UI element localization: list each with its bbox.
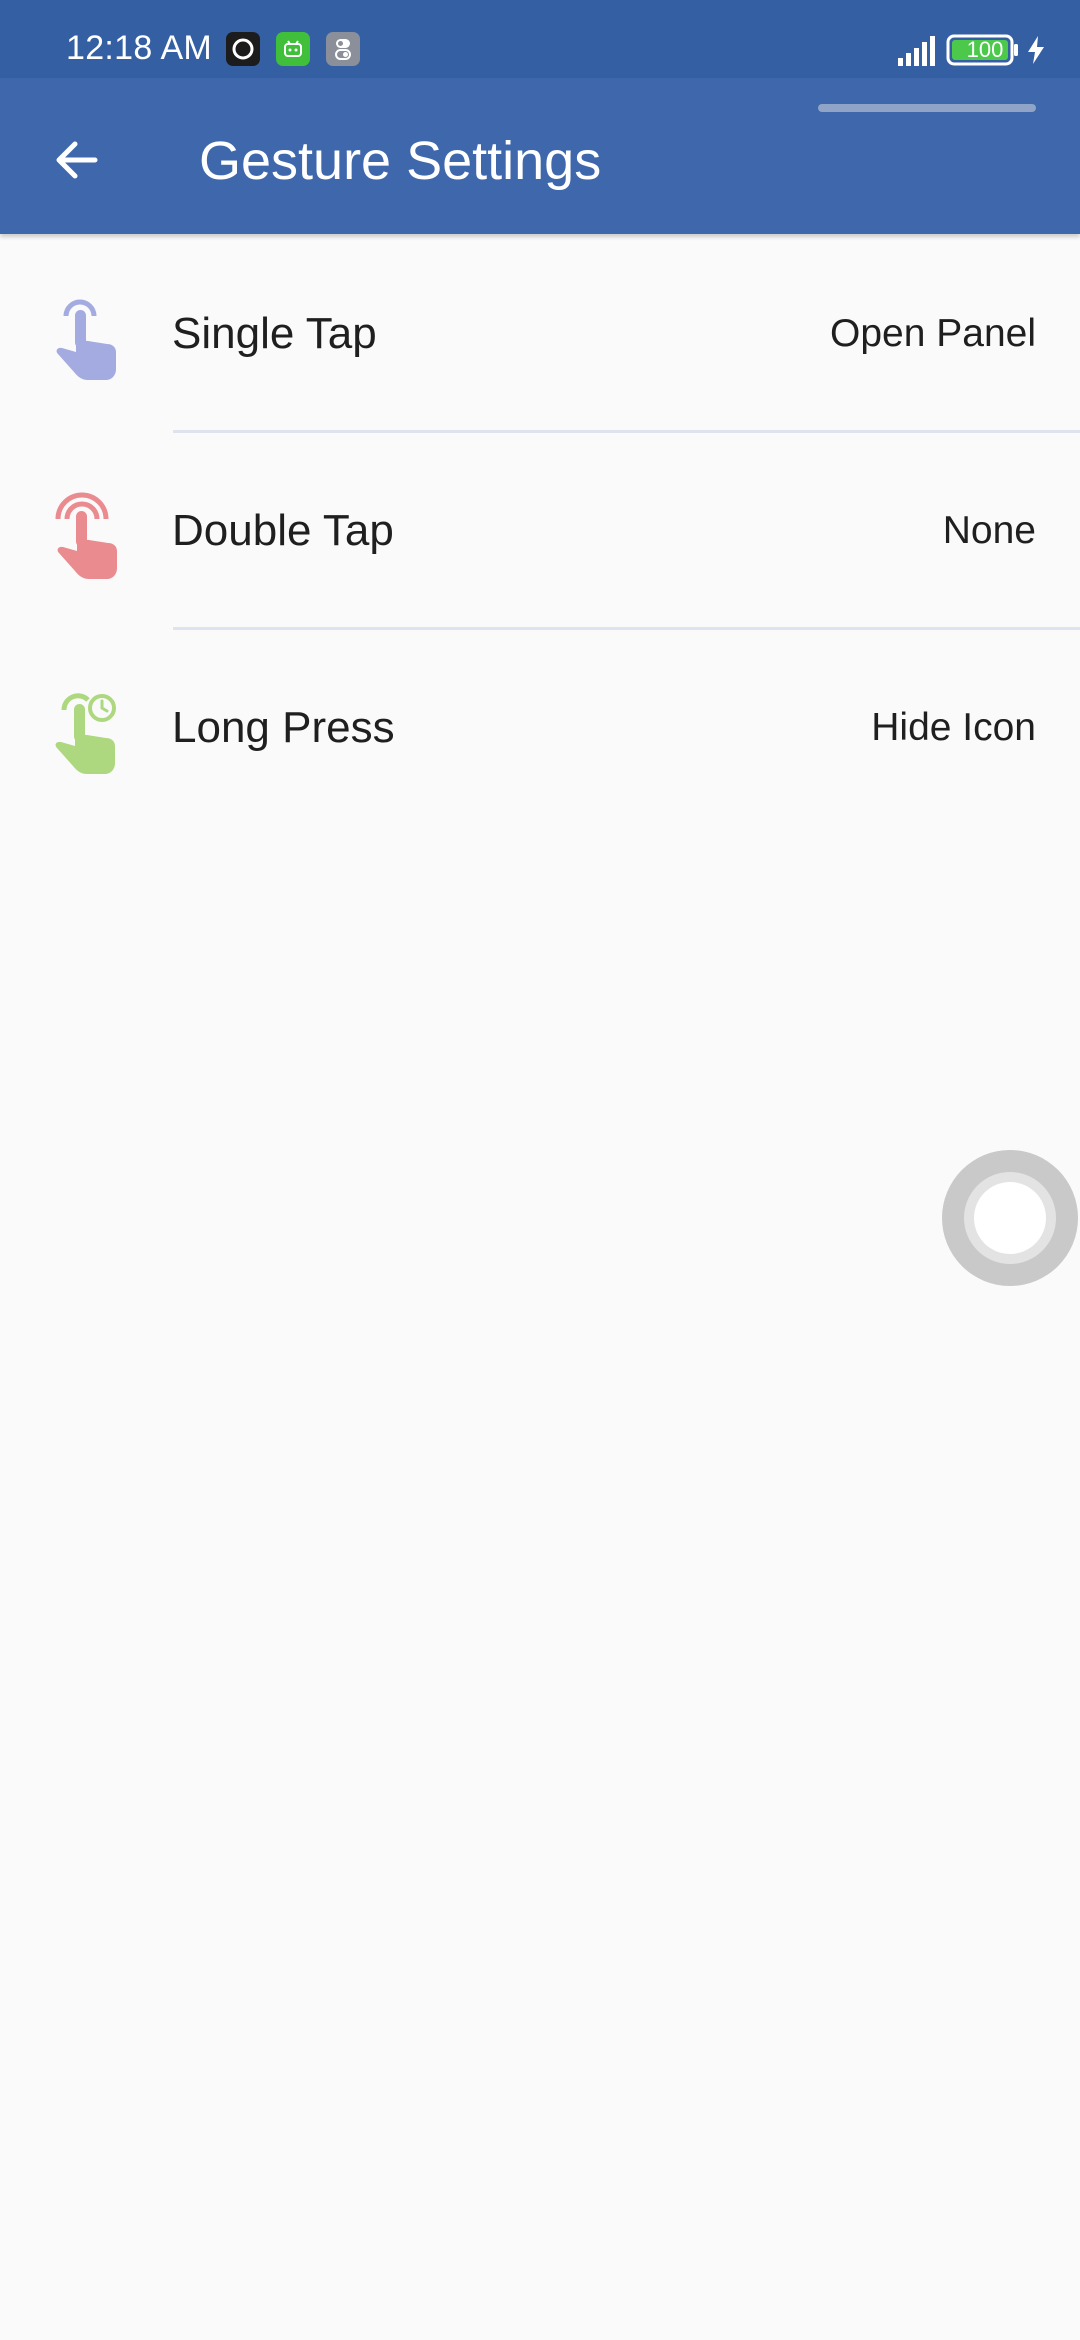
gesture-row-long-press[interactable]: Long Press Hide Icon [0, 630, 1080, 824]
record-icon [226, 32, 260, 66]
assistive-touch-icon [974, 1182, 1046, 1254]
gesture-action-value: None [942, 509, 1036, 552]
app-bar: Gesture Settings [0, 78, 1080, 234]
gesture-action-value: Open Panel [830, 312, 1036, 355]
gesture-label: Double Tap [172, 506, 394, 555]
gesture-row-double-tap[interactable]: Double Tap None [0, 433, 1080, 630]
status-time: 12:18 AM [66, 29, 213, 67]
page-title: Gesture Settings [199, 131, 602, 191]
battery-level: 100 [966, 37, 1004, 62]
android-robot-icon [276, 32, 310, 66]
back-button[interactable] [40, 123, 114, 197]
double-tap-icon [54, 491, 120, 581]
single-tap-icon [54, 294, 120, 384]
arrow-left-icon [56, 141, 98, 179]
drag-handle [818, 104, 1036, 112]
gesture-action-value: Hide Icon [871, 706, 1036, 749]
toggle-settings-icon [326, 32, 360, 66]
status-bar: 12:18 AM 100 [0, 0, 1080, 78]
long-press-icon [54, 688, 120, 778]
gesture-label: Long Press [172, 703, 395, 752]
gesture-row-single-tap[interactable]: Single Tap Open Panel [0, 236, 1080, 433]
assistive-touch-button[interactable] [942, 1150, 1078, 1286]
gesture-label: Single Tap [172, 309, 377, 358]
signal-bars-icon [896, 34, 940, 71]
charging-bolt-icon [1026, 35, 1046, 70]
gesture-list: Single Tap Open Panel Double Tap None Lo… [0, 236, 1080, 824]
